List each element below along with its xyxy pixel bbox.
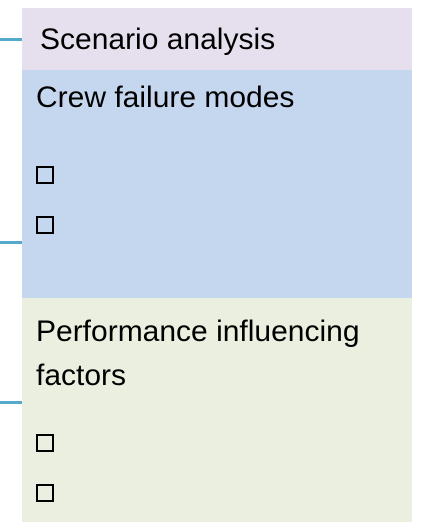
crew-checkbox-2[interactable]	[36, 216, 54, 234]
performance-influencing-factors-title: Performance influencing factors	[36, 315, 360, 392]
connector-line-crew	[0, 241, 22, 244]
crew-failure-modes-title: Crew failure modes	[36, 81, 295, 114]
performance-influencing-factors-box: Performance influencing factors	[22, 298, 412, 522]
scenario-analysis-box: Scenario analysis	[22, 8, 412, 70]
pif-checkbox-2[interactable]	[36, 484, 54, 502]
connector-line-scenario	[0, 38, 22, 41]
connector-line-pif	[0, 401, 22, 404]
crew-checkbox-1[interactable]	[36, 166, 54, 184]
scenario-analysis-title: Scenario analysis	[40, 23, 276, 56]
crew-failure-modes-box: Crew failure modes	[22, 70, 412, 298]
pif-checkbox-1[interactable]	[36, 434, 54, 452]
